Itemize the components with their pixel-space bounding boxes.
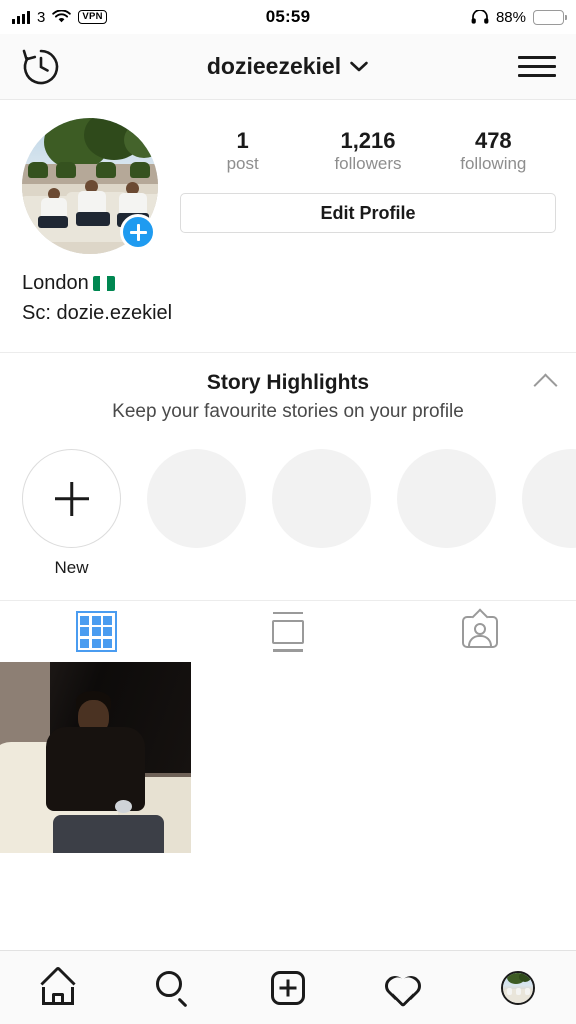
stat-label: following [460,154,527,174]
heart-icon [381,971,426,1008]
add-story-plus-icon[interactable] [120,214,156,250]
story-highlights-list[interactable]: New [0,423,576,578]
status-bar-right: 88% [471,8,567,26]
highlight-label: New [54,558,89,577]
search-tab[interactable] [115,970,230,1007]
profile-picture-container[interactable] [22,118,158,254]
stat-followers[interactable]: 1,216 followers [305,128,430,175]
profile-avatar-icon [501,970,536,1005]
stat-value: 478 [474,128,512,153]
hamburger-menu-icon[interactable] [518,56,556,77]
battery-percent-label: 88% [495,8,526,26]
bio-line-2: Sc: dozie.ezekiel [22,302,173,324]
add-highlight-plus-icon[interactable] [22,449,121,548]
search-icon [155,970,190,1007]
highlight-item-new[interactable]: New [22,449,121,578]
highlight-thumbnail[interactable] [272,449,371,548]
home-tab[interactable] [0,965,115,1005]
status-bar: 3 VPN 05:59 88% [0,0,576,34]
highlight-thumbnail[interactable] [522,449,576,548]
battery-icon [533,9,567,25]
tagged-person-icon [462,615,498,648]
bio-line-1: London [22,268,554,298]
chevron-down-icon[interactable] [349,60,369,73]
story-highlights-header: Story Highlights Keep your favourite sto… [0,353,576,423]
create-post-tab[interactable] [230,970,345,1005]
stat-value: 1,216 [340,128,396,153]
feed-view-tab[interactable] [192,601,384,662]
stat-value: 1 [236,128,249,153]
activity-tab[interactable] [346,971,461,1008]
profile-bio: London Sc: dozie.ezekiel [0,254,576,328]
tagged-tab[interactable] [384,601,576,662]
post-thumbnail[interactable] [0,662,191,853]
home-icon [39,965,77,1005]
profile-username[interactable]: dozieezekiel [207,53,341,80]
highlight-item[interactable] [147,449,246,578]
nigeria-flag-icon [92,276,115,291]
edit-profile-button[interactable]: Edit Profile [180,193,556,234]
story-highlights-subtitle: Keep your favourite stories on your prof… [112,401,464,422]
profile-summary: 1 post 1,216 followers 478 following Edi… [0,100,576,254]
profile-details: 1 post 1,216 followers 478 following Edi… [158,118,556,254]
stat-label: post [226,154,259,174]
post-grid[interactable] [0,662,576,853]
headphones-icon [471,10,489,24]
highlight-thumbnail[interactable] [147,449,246,548]
grid-view-tab[interactable] [0,601,192,662]
profile-tab-bar[interactable] [0,600,576,662]
page-title: dozieezekiel [0,53,576,80]
profile-stats: 1 post 1,216 followers 478 following [180,118,556,175]
stat-posts[interactable]: 1 post [180,128,305,175]
profile-header: dozieezekiel [0,34,576,100]
profile-tab[interactable] [461,970,576,1005]
bio-location-text: London [22,272,89,294]
highlight-item[interactable] [397,449,496,578]
stat-label: followers [334,154,402,174]
plus-square-icon [271,970,305,1005]
feed-list-icon [272,611,304,652]
story-highlights-title: Story Highlights [206,371,370,394]
stat-following[interactable]: 478 following [431,128,556,175]
bottom-navigation-bar[interactable] [0,950,576,1024]
clock-history-icon[interactable] [20,46,62,88]
highlight-item[interactable] [522,449,576,578]
highlight-item[interactable] [272,449,371,578]
grid-icon [75,611,117,652]
highlight-thumbnail[interactable] [397,449,496,548]
